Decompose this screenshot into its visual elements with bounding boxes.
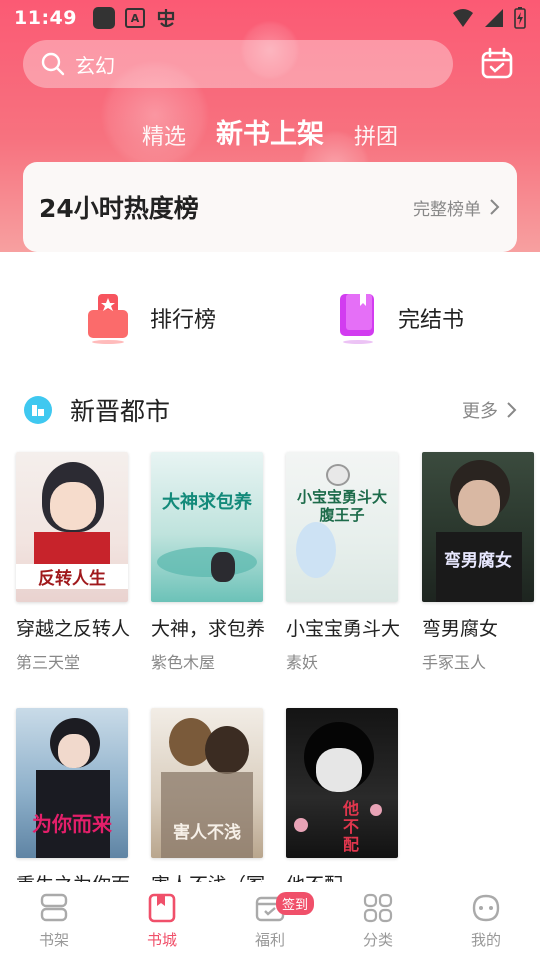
book-title: 穿越之反转人: [16, 618, 131, 640]
book-card[interactable]: 反转人生 穿越之反转人 第三天堂: [16, 452, 134, 673]
bottom-tab-bar: 书架 书城 签到 福利 分类 我的: [0, 882, 540, 960]
book-cover: 他不配: [286, 708, 398, 858]
search-icon: [41, 52, 65, 76]
book-cover: 害人不浅: [151, 708, 263, 858]
chevron-right-icon: [490, 199, 500, 215]
book-title: 小宝宝勇斗大: [286, 618, 401, 640]
section-more-link[interactable]: 更多: [462, 397, 518, 423]
calendar-button[interactable]: [477, 44, 517, 84]
bookshelf-icon: [40, 893, 68, 921]
book-card[interactable]: 弯男腐女 弯男腐女 手冢玉人: [422, 452, 540, 673]
search-row: 玄幻: [23, 40, 517, 88]
book-cover: 小宝宝勇斗大腹王子: [286, 452, 398, 602]
book-author: 紫色木屋: [151, 653, 216, 672]
status-time: 11:49: [14, 7, 77, 29]
hot-ranking-title: 24小时热度榜: [39, 194, 199, 223]
more-label: 更多: [462, 401, 498, 422]
cover-text: 弯男腐女: [444, 551, 512, 571]
book-title: 大神，求包养: [151, 618, 266, 640]
cover-text: 小宝宝勇斗大腹王子: [296, 488, 387, 524]
tab-categories[interactable]: 分类: [324, 882, 432, 960]
book-card[interactable]: 小宝宝勇斗大腹王子 小宝宝勇斗大 素妖: [286, 452, 404, 673]
book-card[interactable]: 为你而来 重生之为你而: [16, 708, 134, 897]
tab-bookshelf[interactable]: 书架: [0, 882, 108, 960]
section-header: 新晋都市 更多: [24, 390, 518, 430]
tab-featured[interactable]: 精选: [142, 119, 186, 151]
completed-book-icon: [340, 294, 374, 344]
tab-bookstore[interactable]: 书城: [108, 882, 216, 960]
search-input[interactable]: 玄幻: [23, 40, 453, 88]
cover-text: 大神求包养: [162, 492, 252, 513]
tab-categories-label: 分类: [362, 930, 393, 949]
book-cover: 反转人生: [16, 452, 128, 602]
book-title: 弯男腐女: [422, 618, 499, 640]
book-cover: 为你而来: [16, 708, 128, 858]
calendar-icon: [481, 47, 513, 79]
book-cover: 弯男腐女: [422, 452, 534, 602]
categories-grid-icon: [363, 893, 393, 922]
ranking-label: 排行榜: [150, 308, 217, 333]
tab-new-books[interactable]: 新书上架: [216, 112, 324, 151]
tab-group-buy[interactable]: 拼团: [354, 119, 398, 151]
cover-text: 他不配: [342, 799, 359, 854]
ranking-entry[interactable]: 排行榜: [86, 292, 216, 344]
city-icon: [32, 405, 44, 416]
book-author: 第三天堂: [16, 653, 81, 672]
signal-icon: [485, 9, 503, 27]
cover-text: 反转人生: [16, 564, 128, 589]
full-ranking-link[interactable]: 完整榜单: [413, 195, 501, 220]
cover-text: 害人不浅: [173, 823, 241, 843]
cover-text: 为你而来: [32, 812, 112, 836]
tab-profile-label: 我的: [470, 930, 501, 949]
book-card[interactable]: 他不配 他不配: [286, 708, 404, 897]
notification-app-icon: [92, 7, 115, 29]
hot-ranking-card[interactable]: 24小时热度榜 完整榜单: [23, 162, 517, 252]
completed-books-label: 完结书: [398, 308, 465, 333]
status-bar: 11:49 A: [0, 0, 540, 36]
book-cover: 大神求包养: [151, 452, 263, 602]
notification-glyph-icon: [157, 9, 175, 28]
notification-a-icon: A: [124, 8, 145, 28]
tab-rewards-label: 福利: [254, 930, 285, 949]
section-title: 新晋都市: [70, 397, 171, 426]
book-card[interactable]: 大神求包养 大神，求包养 紫色木屋: [151, 452, 269, 673]
battery-icon: [514, 7, 526, 29]
book-card[interactable]: 害人不浅 害人不浅（冢: [151, 708, 269, 897]
search-placeholder: 玄幻: [75, 53, 115, 78]
top-tabs: 精选 新书上架 拼团: [0, 112, 540, 151]
completed-books-entry[interactable]: 完结书: [338, 292, 464, 344]
tab-bookshelf-label: 书架: [38, 930, 69, 949]
full-ranking-label: 完整榜单: [413, 199, 481, 220]
ranking-icon: [88, 294, 128, 344]
bookstore-icon: [148, 893, 176, 922]
section-icon: [24, 396, 52, 424]
tab-profile[interactable]: 我的: [432, 882, 540, 960]
wifi-icon: [453, 9, 473, 27]
checkin-badge: 签到: [276, 892, 315, 915]
tab-bookstore-label: 书城: [146, 930, 177, 949]
book-author: 手冢玉人: [422, 653, 487, 672]
tab-rewards[interactable]: 签到 福利: [216, 882, 324, 960]
quick-entries: 排行榜 完结书: [0, 292, 540, 356]
profile-face-icon: [472, 894, 500, 921]
chevron-right-icon: [507, 402, 517, 418]
book-author: 素妖: [286, 653, 319, 672]
